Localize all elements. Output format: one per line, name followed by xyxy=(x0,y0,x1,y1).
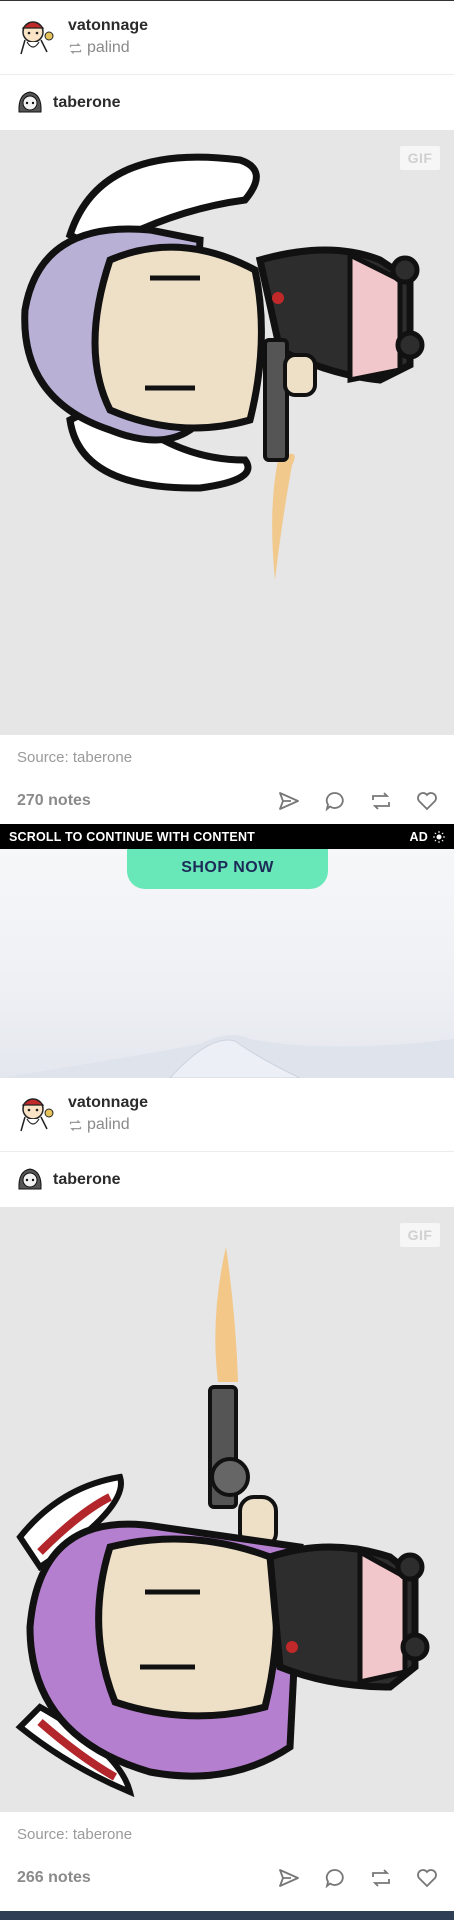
reblogger-avatar[interactable] xyxy=(15,16,59,60)
author-name[interactable]: taberone xyxy=(53,94,121,112)
author-row: taberone xyxy=(0,75,454,130)
notes-count[interactable]: 266 notes xyxy=(17,1869,91,1887)
reblog-source-name: palind xyxy=(87,1116,130,1133)
share-button[interactable] xyxy=(276,1865,302,1891)
reblog-source-name: palind xyxy=(87,39,130,56)
reblogger-avatar[interactable] xyxy=(15,1093,59,1137)
like-icon xyxy=(417,1869,437,1888)
ad-fabric-image xyxy=(0,1035,454,1078)
bottom-bar-edge xyxy=(0,1911,454,1920)
reblog-source[interactable]: palind xyxy=(68,1116,130,1134)
like-button[interactable] xyxy=(414,788,440,814)
author-avatar[interactable] xyxy=(16,88,44,116)
ad-info-icon xyxy=(433,831,445,843)
ad-bar: SCROLL TO CONTINUE WITH CONTENT AD xyxy=(0,824,454,849)
like-button[interactable] xyxy=(414,1865,440,1891)
ad-creative[interactable]: SHOP NOW xyxy=(0,849,454,1078)
post-actions xyxy=(276,788,440,814)
reblog-source[interactable]: palind xyxy=(68,39,130,57)
post-footer: 266 notes xyxy=(0,1857,454,1901)
share-icon xyxy=(279,1869,299,1887)
reblog-button[interactable] xyxy=(368,788,394,814)
post-source[interactable]: Source: taberone xyxy=(0,1812,454,1857)
reblog-icon xyxy=(372,1869,390,1887)
gif-image[interactable]: GIF xyxy=(0,130,454,735)
like-icon xyxy=(417,792,437,811)
reblog-header: vatonnage palind xyxy=(0,1,454,75)
shop-now-button[interactable]: SHOP NOW xyxy=(127,849,328,889)
reblog-button[interactable] xyxy=(368,1865,394,1891)
reblog-header: vatonnage palind xyxy=(0,1078,454,1152)
reblog-small-icon xyxy=(69,1119,82,1131)
post-actions xyxy=(276,1865,440,1891)
scroll-to-continue-label[interactable]: SCROLL TO CONTINUE WITH CONTENT xyxy=(9,830,255,844)
post-2: vatonnage palind taberone GIF Source: ta… xyxy=(0,1078,454,1901)
reblog-small-icon xyxy=(69,42,82,54)
reply-icon xyxy=(325,792,344,812)
gif-badge: GIF xyxy=(400,146,440,170)
author-row: taberone xyxy=(0,1152,454,1207)
gif-illustration xyxy=(15,1247,430,1798)
gif-badge: GIF xyxy=(400,1223,440,1247)
author-name[interactable]: taberone xyxy=(53,1171,121,1189)
author-avatar[interactable] xyxy=(16,1165,44,1193)
post-1: vatonnage palind taberone GIF Source: ta… xyxy=(0,1,454,824)
post-footer: 270 notes xyxy=(0,780,454,824)
reblog-icon xyxy=(372,792,390,810)
ad-label[interactable]: AD xyxy=(410,830,445,844)
post-source[interactable]: Source: taberone xyxy=(0,735,454,780)
ad-text: AD xyxy=(409,830,428,844)
share-button[interactable] xyxy=(276,788,302,814)
share-icon xyxy=(279,792,299,810)
gif-image[interactable]: GIF xyxy=(0,1207,454,1812)
gif-illustration xyxy=(21,153,425,580)
reply-button[interactable] xyxy=(322,1865,348,1891)
notes-count[interactable]: 270 notes xyxy=(17,792,91,810)
reblogger-name[interactable]: vatonnage xyxy=(68,17,148,35)
reply-button[interactable] xyxy=(322,788,348,814)
reblogger-name[interactable]: vatonnage xyxy=(68,1094,148,1112)
reply-icon xyxy=(325,1869,344,1889)
